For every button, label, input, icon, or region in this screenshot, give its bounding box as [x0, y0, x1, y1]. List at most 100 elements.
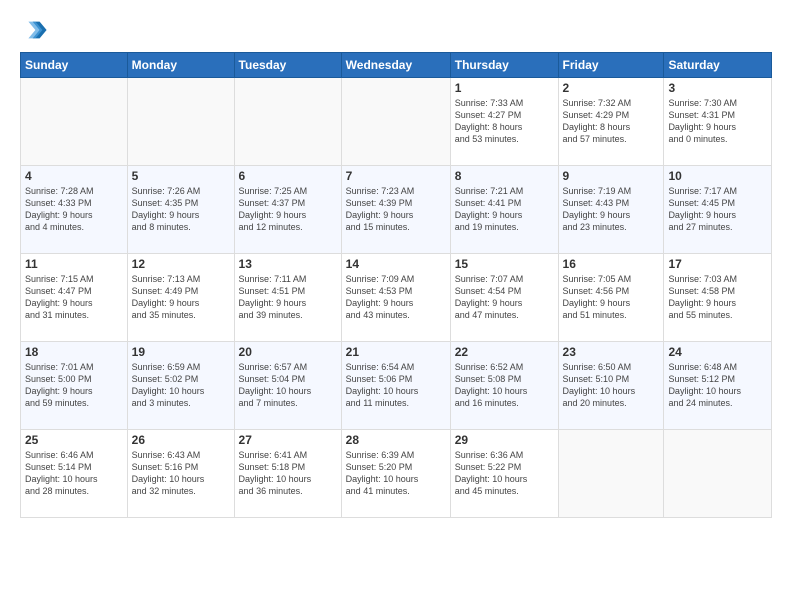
calendar-cell: 25 Sunrise: 6:46 AM Sunset: 5:14 PM Dayli…	[21, 430, 128, 518]
day-info: Sunrise: 6:43 AM Sunset: 5:16 PM Dayligh…	[132, 449, 230, 498]
calendar-cell: 2 Sunrise: 7:32 AM Sunset: 4:29 PM Daylig…	[558, 78, 664, 166]
day-info: Sunrise: 7:26 AM Sunset: 4:35 PM Dayligh…	[132, 185, 230, 234]
day-number: 21	[346, 345, 446, 359]
calendar-header-thursday: Thursday	[450, 53, 558, 78]
calendar-cell: 24 Sunrise: 6:48 AM Sunset: 5:12 PM Dayli…	[664, 342, 772, 430]
day-info: Sunrise: 7:03 AM Sunset: 4:58 PM Dayligh…	[668, 273, 767, 322]
calendar-cell	[341, 78, 450, 166]
calendar-header-tuesday: Tuesday	[234, 53, 341, 78]
calendar-cell	[664, 430, 772, 518]
calendar-cell: 23Sunrise: 6:50 AM Sunset: 5:10 PM Dayli…	[558, 342, 664, 430]
day-info: Sunrise: 6:48 AM Sunset: 5:12 PM Dayligh…	[668, 361, 767, 410]
day-info: Sunrise: 7:15 AM Sunset: 4:47 PM Dayligh…	[25, 273, 123, 322]
calendar-cell: 13 Sunrise: 7:11 AM Sunset: 4:51 PM Dayli…	[234, 254, 341, 342]
day-info: Sunrise: 7:23 AM Sunset: 4:39 PM Dayligh…	[346, 185, 446, 234]
day-number: 29	[455, 433, 554, 447]
day-number: 27	[239, 433, 337, 447]
calendar-cell: 8 Sunrise: 7:21 AM Sunset: 4:41 PM Daylig…	[450, 166, 558, 254]
day-info: Sunrise: 7:13 AM Sunset: 4:49 PM Dayligh…	[132, 273, 230, 322]
day-number: 6	[239, 169, 337, 183]
day-info: Sunrise: 6:41 AM Sunset: 5:18 PM Dayligh…	[239, 449, 337, 498]
calendar: SundayMondayTuesdayWednesdayThursdayFrid…	[20, 52, 772, 518]
day-info: Sunrise: 6:54 AM Sunset: 5:06 PM Dayligh…	[346, 361, 446, 410]
day-number: 25	[25, 433, 123, 447]
logo-icon	[20, 16, 48, 44]
day-number: 12	[132, 257, 230, 271]
day-number: 8	[455, 169, 554, 183]
day-info: Sunrise: 7:19 AM Sunset: 4:43 PM Dayligh…	[563, 185, 660, 234]
day-number: 4	[25, 169, 123, 183]
day-info: Sunrise: 7:11 AM Sunset: 4:51 PM Dayligh…	[239, 273, 337, 322]
calendar-cell: 26 Sunrise: 6:43 AM Sunset: 5:16 PM Dayli…	[127, 430, 234, 518]
day-number: 1	[455, 81, 554, 95]
day-info: Sunrise: 7:07 AM Sunset: 4:54 PM Dayligh…	[455, 273, 554, 322]
calendar-week-2: 11 Sunrise: 7:15 AM Sunset: 4:47 PM Dayli…	[21, 254, 772, 342]
day-number: 11	[25, 257, 123, 271]
day-number: 18	[25, 345, 123, 359]
day-info: Sunrise: 7:01 AM Sunset: 5:00 PM Dayligh…	[25, 361, 123, 410]
calendar-cell: 19 Sunrise: 6:59 AM Sunset: 5:02 PM Dayli…	[127, 342, 234, 430]
calendar-cell: 14Sunrise: 7:09 AM Sunset: 4:53 PM Dayli…	[341, 254, 450, 342]
day-info: Sunrise: 7:21 AM Sunset: 4:41 PM Dayligh…	[455, 185, 554, 234]
day-info: Sunrise: 7:25 AM Sunset: 4:37 PM Dayligh…	[239, 185, 337, 234]
day-number: 24	[668, 345, 767, 359]
calendar-cell: 28Sunrise: 6:39 AM Sunset: 5:20 PM Dayli…	[341, 430, 450, 518]
day-info: Sunrise: 7:30 AM Sunset: 4:31 PM Dayligh…	[668, 97, 767, 146]
calendar-cell: 22 Sunrise: 6:52 AM Sunset: 5:08 PM Dayli…	[450, 342, 558, 430]
day-number: 10	[668, 169, 767, 183]
calendar-cell: 18 Sunrise: 7:01 AM Sunset: 5:00 PM Dayli…	[21, 342, 128, 430]
day-number: 14	[346, 257, 446, 271]
calendar-cell: 4 Sunrise: 7:28 AM Sunset: 4:33 PM Daylig…	[21, 166, 128, 254]
calendar-cell: 20 Sunrise: 6:57 AM Sunset: 5:04 PM Dayli…	[234, 342, 341, 430]
day-info: Sunrise: 7:28 AM Sunset: 4:33 PM Dayligh…	[25, 185, 123, 234]
calendar-header-friday: Friday	[558, 53, 664, 78]
day-number: 16	[563, 257, 660, 271]
day-info: Sunrise: 6:57 AM Sunset: 5:04 PM Dayligh…	[239, 361, 337, 410]
day-number: 3	[668, 81, 767, 95]
calendar-cell: 7 Sunrise: 7:23 AM Sunset: 4:39 PM Daylig…	[341, 166, 450, 254]
day-info: Sunrise: 6:50 AM Sunset: 5:10 PM Dayligh…	[563, 361, 660, 410]
day-number: 2	[563, 81, 660, 95]
day-number: 7	[346, 169, 446, 183]
calendar-week-0: 1 Sunrise: 7:33 AM Sunset: 4:27 PM Daylig…	[21, 78, 772, 166]
day-info: Sunrise: 7:33 AM Sunset: 4:27 PM Dayligh…	[455, 97, 554, 146]
calendar-cell: 29 Sunrise: 6:36 AM Sunset: 5:22 PM Dayli…	[450, 430, 558, 518]
calendar-week-1: 4 Sunrise: 7:28 AM Sunset: 4:33 PM Daylig…	[21, 166, 772, 254]
calendar-cell: 11 Sunrise: 7:15 AM Sunset: 4:47 PM Dayli…	[21, 254, 128, 342]
calendar-cell	[234, 78, 341, 166]
day-info: Sunrise: 6:59 AM Sunset: 5:02 PM Dayligh…	[132, 361, 230, 410]
calendar-cell	[21, 78, 128, 166]
day-info: Sunrise: 6:39 AM Sunset: 5:20 PM Dayligh…	[346, 449, 446, 498]
header	[20, 16, 772, 44]
calendar-cell: 10 Sunrise: 7:17 AM Sunset: 4:45 PM Dayli…	[664, 166, 772, 254]
calendar-cell: 12 Sunrise: 7:13 AM Sunset: 4:49 PM Dayli…	[127, 254, 234, 342]
calendar-cell: 1 Sunrise: 7:33 AM Sunset: 4:27 PM Daylig…	[450, 78, 558, 166]
day-number: 22	[455, 345, 554, 359]
calendar-cell: 5Sunrise: 7:26 AM Sunset: 4:35 PM Daylig…	[127, 166, 234, 254]
day-number: 13	[239, 257, 337, 271]
calendar-cell: 15Sunrise: 7:07 AM Sunset: 4:54 PM Dayli…	[450, 254, 558, 342]
calendar-header-row: SundayMondayTuesdayWednesdayThursdayFrid…	[21, 53, 772, 78]
calendar-week-4: 25 Sunrise: 6:46 AM Sunset: 5:14 PM Dayli…	[21, 430, 772, 518]
day-info: Sunrise: 6:36 AM Sunset: 5:22 PM Dayligh…	[455, 449, 554, 498]
calendar-header-saturday: Saturday	[664, 53, 772, 78]
day-info: Sunrise: 6:52 AM Sunset: 5:08 PM Dayligh…	[455, 361, 554, 410]
day-number: 20	[239, 345, 337, 359]
calendar-header-monday: Monday	[127, 53, 234, 78]
calendar-cell: 3 Sunrise: 7:30 AM Sunset: 4:31 PM Daylig…	[664, 78, 772, 166]
calendar-cell: 17Sunrise: 7:03 AM Sunset: 4:58 PM Dayli…	[664, 254, 772, 342]
calendar-cell: 21 Sunrise: 6:54 AM Sunset: 5:06 PM Dayli…	[341, 342, 450, 430]
calendar-cell: 6 Sunrise: 7:25 AM Sunset: 4:37 PM Daylig…	[234, 166, 341, 254]
day-info: Sunrise: 7:32 AM Sunset: 4:29 PM Dayligh…	[563, 97, 660, 146]
calendar-cell: 9Sunrise: 7:19 AM Sunset: 4:43 PM Daylig…	[558, 166, 664, 254]
day-info: Sunrise: 7:17 AM Sunset: 4:45 PM Dayligh…	[668, 185, 767, 234]
calendar-cell	[127, 78, 234, 166]
day-number: 26	[132, 433, 230, 447]
calendar-header-wednesday: Wednesday	[341, 53, 450, 78]
day-number: 19	[132, 345, 230, 359]
calendar-header-sunday: Sunday	[21, 53, 128, 78]
calendar-week-3: 18 Sunrise: 7:01 AM Sunset: 5:00 PM Dayli…	[21, 342, 772, 430]
calendar-cell	[558, 430, 664, 518]
calendar-cell: 16Sunrise: 7:05 AM Sunset: 4:56 PM Dayli…	[558, 254, 664, 342]
day-info: Sunrise: 6:46 AM Sunset: 5:14 PM Dayligh…	[25, 449, 123, 498]
